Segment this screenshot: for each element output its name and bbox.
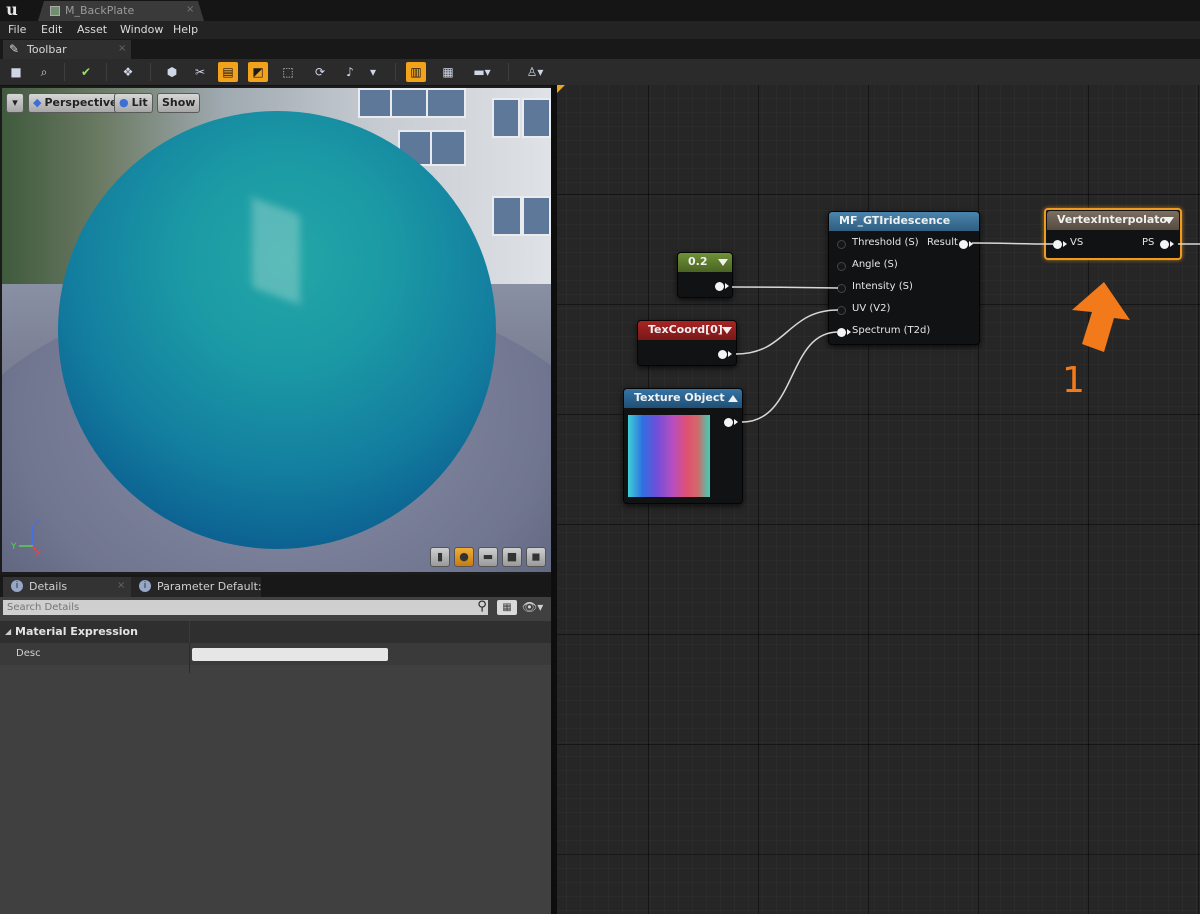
tab-parameter-defaults-label: Parameter Default: xyxy=(157,580,262,593)
material-expression-section[interactable]: ◢ Material Expression xyxy=(0,621,553,643)
toolbar-tab-row: ✎ Toolbar × xyxy=(0,39,1200,59)
column-divider xyxy=(189,621,190,643)
hide-unrelated-icon[interactable]: ♪ xyxy=(340,62,360,82)
live-nodes-icon[interactable]: ⬚ xyxy=(278,62,298,82)
search-icon[interactable]: ⚲ xyxy=(474,599,490,615)
unreal-logo-icon[interactable]: u xyxy=(3,1,21,19)
toolbar-separator xyxy=(64,63,65,81)
building-window xyxy=(426,88,466,118)
parameter-icon: i xyxy=(139,580,151,592)
building-window xyxy=(390,88,430,118)
lit-sphere-icon: ● xyxy=(119,96,129,109)
mobile-stats-icon[interactable]: ▦ xyxy=(438,62,458,82)
preview-sphere-icon[interactable]: ● xyxy=(454,547,474,567)
details-icon: i xyxy=(11,580,23,592)
sphere-highlight xyxy=(252,197,300,305)
annotation-number: 1 xyxy=(1062,360,1085,401)
preview-plane-icon[interactable]: ▬ xyxy=(478,547,498,567)
document-tab-label: M_BackPlate xyxy=(65,4,135,17)
view-options-grid-icon[interactable]: ▦ xyxy=(497,600,517,615)
menu-bar: File Edit Asset Window Help xyxy=(0,21,1200,39)
show-label: Show xyxy=(162,96,196,109)
chevron-down-icon[interactable]: ▾ xyxy=(366,62,380,82)
axis-y-label: Y xyxy=(10,542,17,552)
perspective-label: Perspective xyxy=(44,96,118,109)
desc-field[interactable] xyxy=(192,648,388,661)
building-window xyxy=(492,98,520,138)
menu-file[interactable]: File xyxy=(8,23,26,36)
preview-cylinder-icon[interactable]: ▮ xyxy=(430,547,450,567)
clean-up-icon[interactable]: ✂ xyxy=(190,62,210,82)
search-input[interactable] xyxy=(3,600,488,615)
platform-stats-icon[interactable]: ▬▾ xyxy=(468,62,496,82)
home-icon[interactable]: ⬢ xyxy=(162,62,182,82)
annotation-arrow-icon xyxy=(1072,282,1130,352)
details-tab-row: i Details × i Parameter Default: xyxy=(0,575,553,597)
graph-wires xyxy=(731,242,1200,423)
menu-edit[interactable]: Edit xyxy=(41,23,62,36)
building-window xyxy=(430,130,466,166)
tab-details-label: Details xyxy=(29,580,68,593)
wire-constant-to-intensity xyxy=(731,286,839,289)
eye-icon[interactable]: 👁▾ xyxy=(522,600,548,615)
toolbar-separator xyxy=(150,63,151,81)
building-window xyxy=(522,196,551,236)
toolbar-separator xyxy=(395,63,396,81)
close-icon[interactable]: × xyxy=(118,43,126,54)
toolbar-separator xyxy=(508,63,509,81)
wrench-icon: ✎ xyxy=(9,42,20,56)
preview-mesh-icon[interactable]: ◼ xyxy=(526,547,546,567)
axis-z-label: Z xyxy=(34,519,40,529)
building-window xyxy=(492,196,522,236)
find-in-browser-icon[interactable]: ⌕ xyxy=(34,62,54,82)
collapse-arrow-icon[interactable]: ◢ xyxy=(5,627,11,636)
hierarchy-dropdown-icon[interactable]: ♙▾ xyxy=(520,62,550,82)
desc-label: Desc xyxy=(16,648,41,659)
title-bar: u M_BackPlate × xyxy=(0,0,1200,21)
show-button[interactable]: Show xyxy=(157,93,201,113)
preview-cube-icon[interactable]: ■ xyxy=(502,547,522,567)
section-title: Material Expression xyxy=(15,625,138,638)
tab-toolbar-label: Toolbar xyxy=(27,43,67,56)
wire-result-to-vs xyxy=(971,242,1054,245)
close-icon[interactable]: × xyxy=(117,580,125,591)
axis-gizmo: Z Y X xyxy=(10,519,41,556)
close-icon[interactable]: × xyxy=(186,4,194,15)
lit-button[interactable]: ● Lit xyxy=(114,93,153,113)
perspective-icon: ◆ xyxy=(33,96,42,109)
toolbar-separator xyxy=(106,63,107,81)
menu-window[interactable]: Window xyxy=(120,23,163,36)
tab-parameter-defaults[interactable]: i Parameter Default: xyxy=(131,577,262,597)
perspective-button[interactable]: ◆ Perspective xyxy=(28,93,123,113)
wire-texcoord-to-uv xyxy=(735,309,839,355)
live-preview-icon[interactable]: ◩ xyxy=(248,62,268,82)
column-divider xyxy=(189,643,190,673)
connectors-icon[interactable]: ▤ xyxy=(218,62,238,82)
lit-label: Lit xyxy=(131,96,148,109)
wire-texture-to-spectrum xyxy=(741,331,839,423)
building-window xyxy=(358,88,394,118)
menu-help[interactable]: Help xyxy=(173,23,198,36)
apply-icon[interactable]: ✔ xyxy=(76,62,96,82)
search-graph-icon[interactable]: ❖ xyxy=(118,62,138,82)
material-asset-icon xyxy=(50,6,60,16)
stats-icon[interactable]: ▥ xyxy=(406,62,426,82)
preview-sphere xyxy=(58,111,496,549)
viewport-options-button[interactable]: ▾ xyxy=(6,93,24,113)
document-tab[interactable]: M_BackPlate × xyxy=(38,1,204,21)
save-icon[interactable]: ■ xyxy=(6,62,26,82)
axis-x-label: X xyxy=(35,549,41,556)
preview-viewport[interactable]: ▾ ◆ Perspective ● Lit Show Z Y X ▮ ● ▬ ■ ◼ xyxy=(2,88,551,572)
tab-details[interactable]: i Details × xyxy=(3,577,131,597)
toolbar: ■ ⌕ ✔ ❖ ⬢ ✂ ▤ ◩ ⬚ ⟳ ♪ ▾ ▥ ▦ ▬▾ ♙▾ xyxy=(0,59,1200,86)
menu-asset[interactable]: Asset xyxy=(77,23,107,36)
tab-toolbar[interactable]: ✎ Toolbar × xyxy=(3,40,131,59)
live-update-icon[interactable]: ⟳ xyxy=(310,62,330,82)
building-window xyxy=(522,98,551,138)
details-panel: ⚲ ▦ 👁▾ ◢ Material Expression Desc xyxy=(0,597,553,914)
